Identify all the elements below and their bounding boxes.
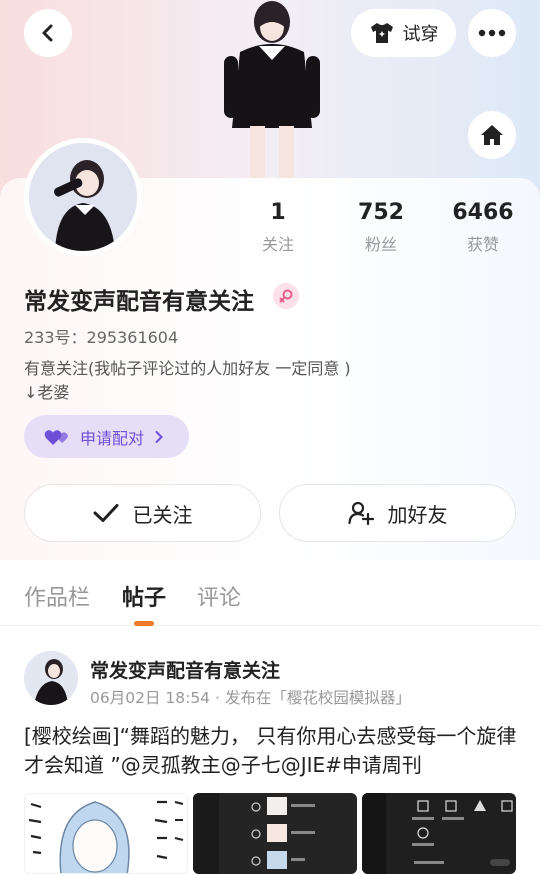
request-match-label: 申请配对 xyxy=(80,428,145,448)
stat-followers[interactable]: 752 粉丝 xyxy=(331,200,431,255)
bio-line: 有意关注(我帖子评论过的人加好友 一定同意 ) xyxy=(24,359,351,378)
avatar[interactable] xyxy=(24,138,142,256)
post-author-name[interactable]: 常发变声配音有意关注 xyxy=(90,656,280,683)
post-image-tools-screenshot[interactable] xyxy=(362,793,516,874)
bio-line: ↓老婆 xyxy=(24,383,70,402)
home-button[interactable] xyxy=(468,111,516,159)
following-label: 关注 xyxy=(261,235,294,254)
post-text[interactable]: [樱校绘画]“舞蹈的魅力， 只有你用心去感受每一个旋律才会知道 ”@灵孤教主@子… xyxy=(24,722,520,780)
add-user-icon xyxy=(347,501,374,525)
try-on-label: 试穿 xyxy=(402,24,439,45)
avatar-image xyxy=(29,143,137,251)
add-friend-button[interactable]: 加好友 xyxy=(279,484,516,542)
followers-label: 粉丝 xyxy=(364,235,397,254)
post-avatar-image xyxy=(24,651,78,705)
following-button[interactable]: 已关注 xyxy=(24,484,261,542)
post-meta: 06月02日 18:54 · 发布在「樱花校园模拟器」 xyxy=(90,689,411,707)
layers-screenshot-art xyxy=(193,793,315,874)
tab-works[interactable]: 作品栏 xyxy=(24,580,90,612)
add-friend-label: 加好友 xyxy=(387,502,448,527)
post-image-drawing-art xyxy=(28,800,184,873)
likes-count: 6466 xyxy=(452,200,514,225)
stat-following[interactable]: 1 关注 xyxy=(228,200,328,255)
content-tabs: 作品栏 帖子 评论 xyxy=(0,560,540,626)
more-dots-icon xyxy=(478,29,506,37)
post-author-avatar[interactable] xyxy=(24,651,78,705)
request-match-button[interactable]: 申请配对 xyxy=(24,415,189,458)
likes-label: 获赞 xyxy=(466,235,499,254)
tab-comments[interactable]: 评论 xyxy=(197,580,241,612)
back-arrow-icon xyxy=(42,24,53,42)
female-gender-icon xyxy=(273,283,299,309)
home-icon xyxy=(481,125,503,145)
double-heart-icon xyxy=(44,429,68,445)
post-image-layers-screenshot[interactable] xyxy=(193,793,357,874)
user-id: 233号：295361604 xyxy=(24,328,179,347)
profile-name: 常发变声配音有意关注 xyxy=(24,289,254,315)
followers-count: 752 xyxy=(358,200,404,225)
tshirt-icon xyxy=(370,23,393,43)
active-tab-indicator xyxy=(134,621,154,626)
following-count: 1 xyxy=(270,200,286,225)
tools-screenshot-art xyxy=(362,793,513,874)
post-image-drawing[interactable] xyxy=(24,793,188,874)
back-button[interactable] xyxy=(24,9,72,57)
chevron-right-icon xyxy=(155,430,163,443)
profile-bio: 有意关注(我帖子评论过的人加好友 一定同意 ) ↓老婆 xyxy=(24,357,351,405)
more-button[interactable] xyxy=(468,9,516,57)
stat-likes[interactable]: 6466 获赞 xyxy=(433,200,533,255)
following-label-text: 已关注 xyxy=(132,502,193,527)
tab-posts[interactable]: 帖子 xyxy=(122,580,166,612)
check-icon xyxy=(93,504,118,522)
try-on-button[interactable]: 试穿 xyxy=(351,9,456,57)
avatar-3d-figure xyxy=(224,1,320,180)
